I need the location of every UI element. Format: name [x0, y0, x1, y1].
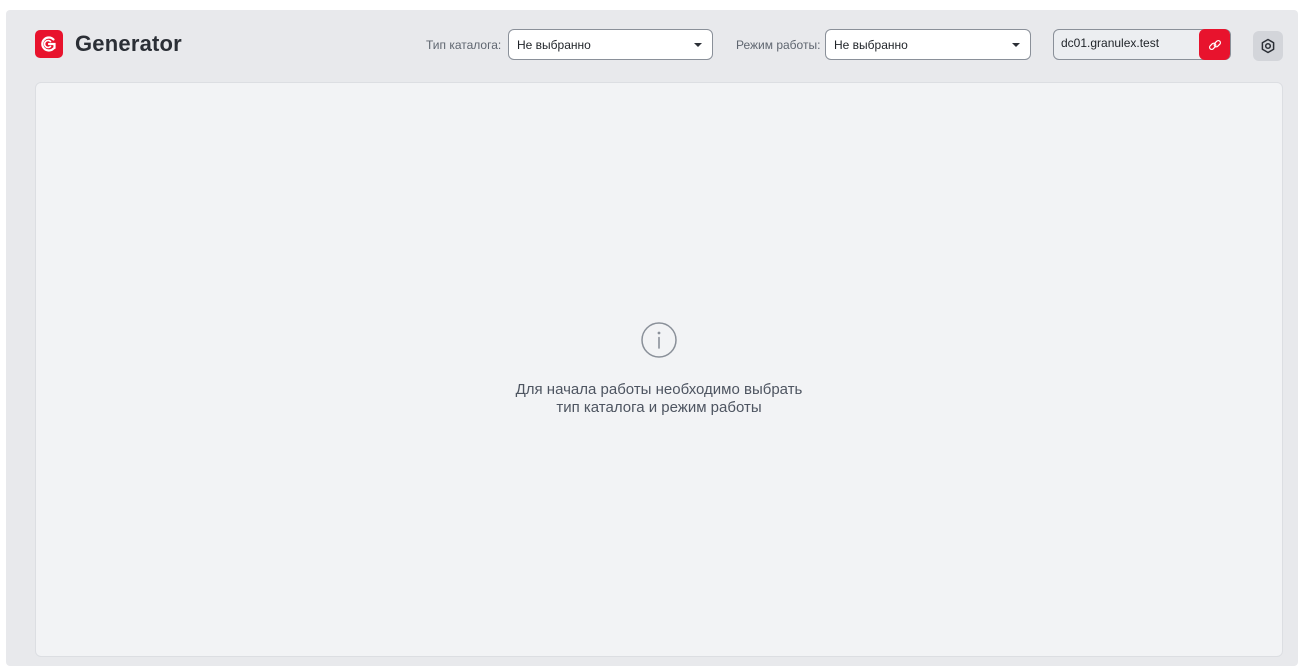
catalog-type-select[interactable]: Не выбранно — [508, 29, 713, 60]
link-icon — [1208, 39, 1221, 50]
settings-button[interactable] — [1253, 31, 1283, 61]
app-window: Generator Тип каталога: Не выбранно Режи… — [6, 10, 1298, 666]
empty-message-line2: тип каталога и режим работы — [556, 399, 762, 416]
work-mode-value: Не выбранно — [834, 37, 908, 52]
work-mode-select[interactable]: Не выбранно — [825, 29, 1031, 60]
catalog-type-label: Тип каталога: — [426, 38, 502, 52]
chevron-down-icon — [1012, 42, 1020, 47]
empty-state: Для начала работы необходимо выбрать тип… — [36, 321, 1282, 417]
info-icon — [641, 322, 677, 358]
header: Generator Тип каталога: Не выбранно Режи… — [6, 10, 1298, 82]
logo-mark-icon — [35, 30, 63, 58]
host-field[interactable]: dc01.granulex.test — [1053, 29, 1231, 60]
connect-button[interactable] — [1199, 29, 1230, 60]
empty-message-line1: Для начала работы необходимо выбрать — [515, 381, 803, 398]
host-value: dc01.granulex.test — [1061, 36, 1160, 50]
empty-message: Для начала работы необходимо выбрать тип… — [516, 381, 803, 417]
app-title: Generator — [75, 31, 182, 56]
catalog-type-value: Не выбранно — [517, 37, 591, 52]
main-content: Для начала работы необходимо выбрать тип… — [35, 82, 1283, 657]
logo: Generator — [35, 30, 182, 58]
chevron-down-icon — [694, 42, 702, 47]
work-mode-label: Режим работы: — [736, 38, 821, 52]
gear-icon — [1261, 38, 1275, 54]
